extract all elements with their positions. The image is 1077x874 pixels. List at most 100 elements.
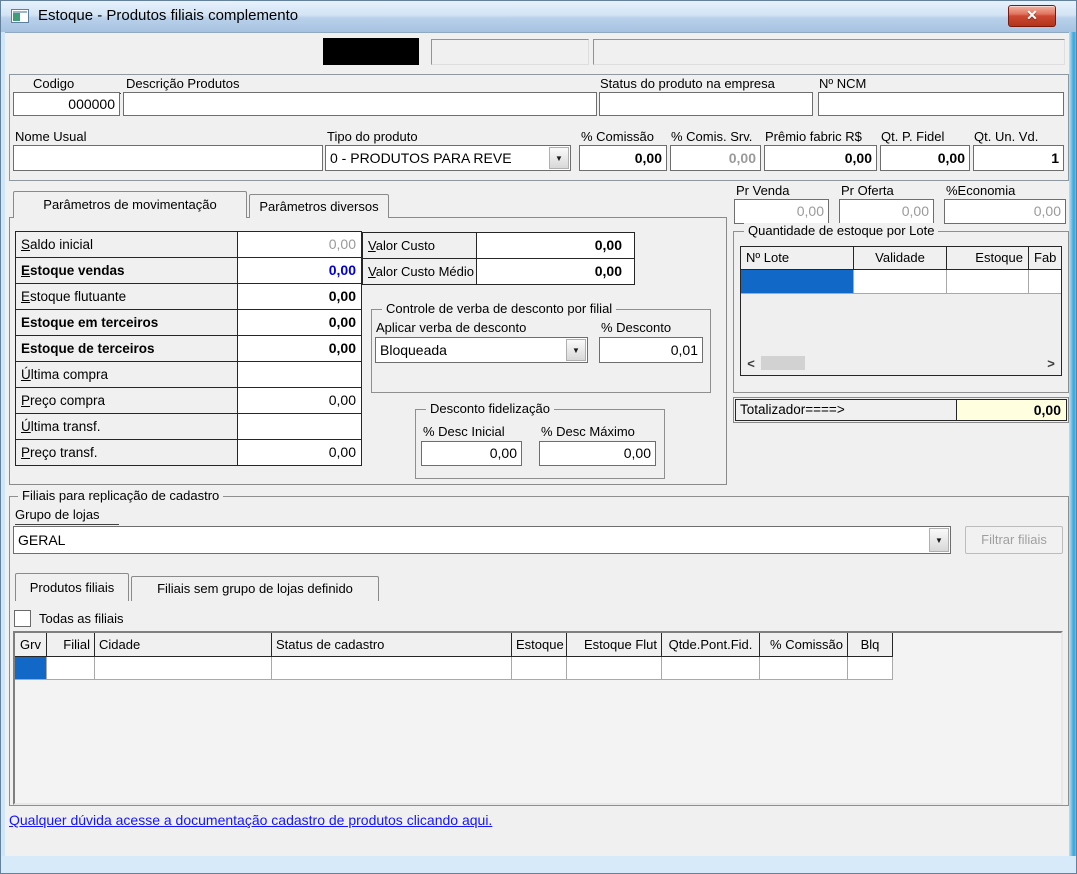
totalizador-row: Totalizador====> 0,00 [733,397,1069,423]
mov-row-label: Última compra [16,362,238,388]
tab-filiais-sem-grupo[interactable]: Filiais sem grupo de lojas definido [131,576,379,601]
filial-header: Grv [15,633,47,657]
desconto-field[interactable]: 0,01 [599,337,703,363]
custo-row-value[interactable]: 0,00 [477,233,635,259]
chevron-down-icon[interactable]: ▼ [549,147,569,169]
codigo-field[interactable]: 000000 [13,92,120,116]
filial-cell[interactable] [848,657,893,680]
filiais-table: Grv Filial Cidade Status de cadastro Est… [13,631,1063,805]
lote-table: Nº Lote Validade Estoque Fab < > [740,246,1062,376]
filial-cell[interactable] [95,657,272,680]
filial-header: Estoque Flut [567,633,662,657]
custo-row-label: Valor Custo Médio [363,259,477,285]
mov-row-value[interactable]: 0,00 [238,440,362,466]
filiais-groupbox-title: Filiais para replicação de cadastro [18,488,224,504]
mov-row-label: Última transf. [16,414,238,440]
mov-row-value[interactable]: 0,00 [238,336,362,362]
lote-header: Estoque [947,247,1029,270]
mov-row-value[interactable]: 0,00 [238,258,362,284]
mov-row-value[interactable]: 0,00 [238,284,362,310]
mov-row-value[interactable]: 0,00 [238,388,362,414]
comissao-field[interactable]: 0,00 [579,145,667,171]
filial-header: Filial [47,633,95,657]
pr-venda-field[interactable]: 0,00 [734,199,829,224]
status-produto-field[interactable] [599,92,813,116]
lote-cell[interactable] [1029,270,1061,294]
lote-header: Nº Lote [741,247,854,270]
app-icon [11,9,29,23]
lote-groupbox-title: Quantidade de estoque por Lote [744,223,939,239]
aplicar-verba-value: Bloqueada [380,342,447,358]
mov-row-value[interactable] [238,362,362,388]
mov-row-value[interactable] [238,414,362,440]
lote-horizontal-scrollbar[interactable]: < > [743,353,1059,373]
economia-field[interactable]: 0,00 [944,199,1066,224]
redacted-box [323,38,419,65]
mov-row-label: Estoque vendas [16,258,238,284]
filial-header: Qtde.Pont.Fid. [662,633,760,657]
tab-parametros-diversos[interactable]: Parâmetros diversos [249,194,389,218]
window-border-right [1069,32,1076,856]
filial-header: Status de cadastro [272,633,512,657]
mov-row-value[interactable]: 0,00 [238,310,362,336]
mov-row-label: Preço transf. [16,440,238,466]
todas-filiais-checkbox[interactable] [14,610,31,627]
comis-srv-field[interactable]: 0,00 [670,145,761,171]
filial-cell[interactable] [47,657,95,680]
totalizador-label: Totalizador====> [735,399,957,421]
lote-cell-selected[interactable] [741,270,854,294]
filial-header: % Comissão [760,633,848,657]
custo-row-value[interactable]: 0,00 [477,259,635,285]
aplicar-verba-combo[interactable]: Bloqueada ▼ [375,337,588,363]
filial-cell-selected[interactable] [15,657,47,680]
scroll-left-icon[interactable]: < [743,356,759,371]
desc-maximo-label: % Desc Máximo [541,424,656,442]
grupo-lojas-combo[interactable]: GERAL ▼ [13,526,951,554]
filial-header: Estoque [512,633,567,657]
tab-parametros-movimentacao[interactable]: Parâmetros de movimentação [13,191,247,218]
filial-cell[interactable] [567,657,662,680]
aplicar-verba-label: Aplicar verba de desconto [376,320,587,338]
title-bar[interactable]: Estoque - Produtos filiais complemento ✕ [1,1,1076,33]
ncm-field[interactable] [818,92,1064,116]
window-title: Estoque - Produtos filiais complemento [38,7,299,24]
app-window: Estoque - Produtos filiais complemento ✕… [0,0,1077,874]
verba-groupbox-title: Controle de verba de desconto por filial [382,301,617,317]
mov-row-label: Saldo inicial [16,232,238,258]
desc-inicial-field[interactable]: 0,00 [421,441,522,466]
scroll-right-icon[interactable]: > [1043,356,1059,371]
tab-produtos-filiais[interactable]: Produtos filiais [15,573,129,601]
movement-grid: Saldo inicial 0,00 Estoque vendas 0,00 Est… [15,231,362,466]
window-border-bottom [1,856,1076,873]
tipo-produto-combo[interactable]: 0 - PRODUTOS PARA REVE ▼ [325,145,571,171]
qt-p-fidel-field[interactable]: 0,00 [880,145,970,171]
lote-cell[interactable] [854,270,947,294]
mov-row-label: Estoque de terceiros [16,336,238,362]
desc-inicial-label: % Desc Inicial [423,424,522,442]
close-button[interactable]: ✕ [1008,5,1056,27]
chevron-down-icon[interactable]: ▼ [929,528,949,552]
qt-un-vd-field[interactable]: 1 [973,145,1064,171]
todas-filiais-label: Todas as filiais [39,611,124,626]
mov-row-label: Preço compra [16,388,238,414]
filial-cell[interactable] [760,657,848,680]
filtrar-filiais-button[interactable]: Filtrar filiais [965,526,1063,554]
grupo-lojas-value: GERAL [18,532,66,548]
nome-usual-field[interactable] [13,145,323,171]
totalizador-value: 0,00 [957,399,1067,421]
chevron-down-icon[interactable]: ▼ [566,339,586,361]
filial-header: Blq [848,633,893,657]
desc-maximo-field[interactable]: 0,00 [539,441,656,466]
descricao-field[interactable] [123,92,597,116]
filial-cell[interactable] [272,657,512,680]
documentation-link[interactable]: Qualquer dúvida acesse a documentação ca… [9,812,492,828]
filial-header: Cidade [95,633,272,657]
lote-cell[interactable] [947,270,1029,294]
filial-cell[interactable] [512,657,567,680]
filial-cell[interactable] [662,657,760,680]
pr-oferta-field[interactable]: 0,00 [839,199,934,224]
premio-fabric-field[interactable]: 0,00 [764,145,877,171]
custo-row-label: Valor Custo [363,233,477,259]
scrollbar-thumb[interactable] [761,356,805,370]
mov-row-value[interactable]: 0,00 [238,232,362,258]
